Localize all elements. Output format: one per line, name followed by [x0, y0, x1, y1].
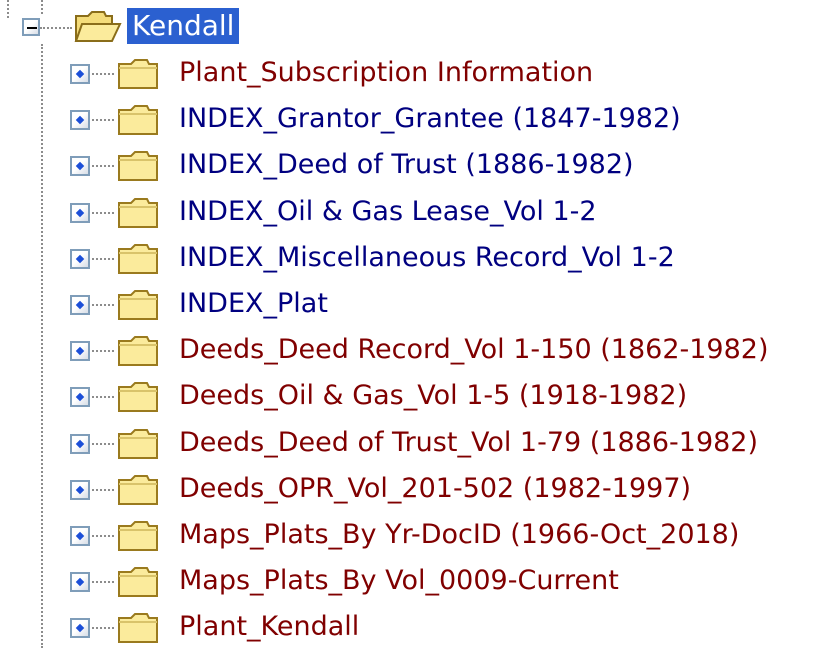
folder-tree: Kendall Plant_Subscription Information IN… — [0, 0, 830, 648]
tree-node-label[interactable]: INDEX_Deed of Trust (1886-1982) — [179, 147, 634, 183]
tree-guide-line — [88, 581, 114, 584]
expand-icon[interactable] — [70, 248, 90, 269]
tree-node-label[interactable]: Plant_Subscription Information — [179, 55, 593, 91]
tree-guide-line — [88, 257, 114, 260]
expand-icon[interactable] — [70, 526, 90, 546]
folder-icon — [118, 567, 158, 598]
tree-node-label[interactable]: Maps_Plats_By Vol_0009-Current — [179, 563, 619, 599]
tree-guide-line — [40, 27, 72, 29]
tree-guide-line — [88, 73, 114, 75]
tree-guide-line — [88, 442, 114, 445]
expand-icon[interactable] — [70, 387, 90, 408]
expand-icon[interactable] — [70, 202, 90, 223]
expand-icon[interactable] — [70, 433, 90, 454]
folder-icon — [118, 105, 158, 136]
expand-icon[interactable] — [70, 479, 90, 500]
expand-icon[interactable] — [70, 341, 90, 362]
collapse-icon[interactable] — [22, 18, 40, 36]
folder-icon — [118, 243, 158, 274]
tree-node-label[interactable]: Deeds_Deed Record_Vol 1-150 (1862-1982) — [179, 332, 769, 368]
open-folder-icon — [74, 11, 122, 42]
tree-guide-line — [88, 165, 114, 168]
folder-icon — [118, 197, 158, 228]
folder-icon — [118, 428, 158, 459]
tree-guide-line — [88, 488, 114, 491]
tree-node-label-selected[interactable]: Kendall — [127, 8, 240, 44]
folder-icon — [118, 59, 158, 89]
tree-node-label[interactable]: Deeds_OPR_Vol_201-502 (1982-1997) — [179, 471, 691, 507]
expand-icon[interactable] — [70, 572, 90, 593]
tree-node-label[interactable]: Deeds_Oil & Gas_Vol 1-5 (1918-1982) — [179, 378, 687, 414]
tree-node-label[interactable]: INDEX_Grantor_Grantee (1847-1982) — [179, 101, 681, 137]
tree-guide-line — [88, 350, 114, 353]
expand-icon[interactable] — [70, 64, 90, 84]
tree-node-label[interactable]: Maps_Plats_By Yr-DocID (1966-Oct_2018) — [179, 517, 739, 553]
expand-icon[interactable] — [70, 110, 90, 131]
folder-icon — [118, 290, 158, 320]
tree-guide-line — [88, 211, 114, 214]
folder-icon — [118, 474, 158, 505]
tree-guide-line — [41, 0, 43, 14]
folder-icon — [118, 613, 158, 644]
tree-guide-line — [88, 396, 114, 399]
tree-guide-line — [88, 535, 114, 537]
tree-node-label[interactable]: Deeds_Deed of Trust_Vol 1-79 (1886-1982) — [179, 425, 758, 461]
tree-guide-line — [88, 627, 114, 630]
tree-guide-line — [88, 119, 114, 122]
folder-icon — [118, 151, 158, 182]
tree-node-label[interactable]: INDEX_Miscellaneous Record_Vol 1-2 — [179, 240, 675, 276]
expand-icon[interactable] — [70, 618, 90, 639]
folder-icon — [118, 521, 158, 551]
tree-node-label[interactable]: Plant_Kendall — [179, 609, 359, 645]
tree-guide-line — [88, 304, 114, 306]
expand-icon[interactable] — [70, 295, 90, 315]
tree-guide-line — [7, 0, 9, 18]
tree-node-label[interactable]: INDEX_Oil & Gas Lease_Vol 1-2 — [179, 194, 597, 230]
folder-icon — [118, 382, 158, 413]
tree-guide-line — [41, 44, 43, 648]
expand-icon[interactable] — [70, 156, 90, 177]
tree-node-label[interactable]: INDEX_Plat — [179, 286, 328, 322]
folder-icon — [118, 336, 158, 367]
